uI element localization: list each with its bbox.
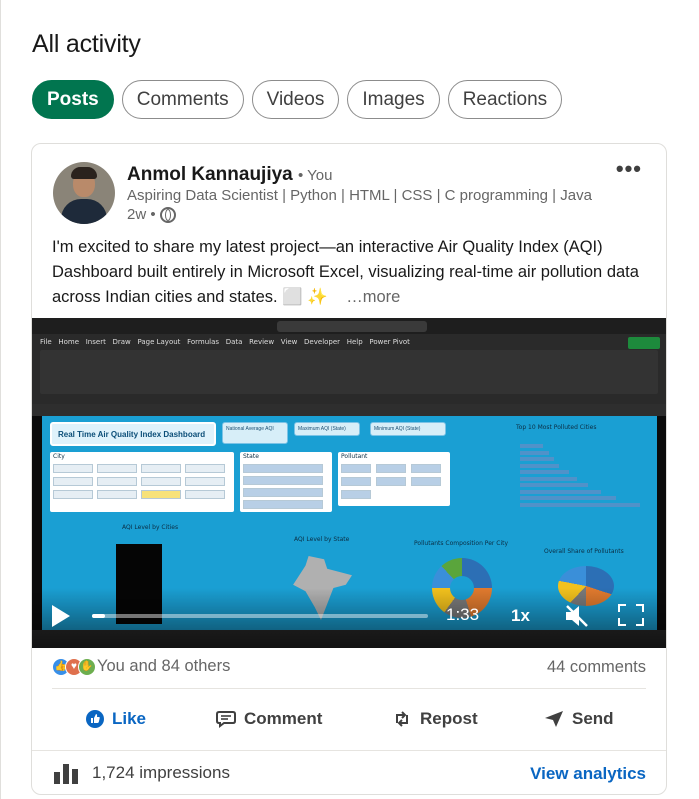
like-label: Like (112, 709, 147, 728)
divider (32, 750, 666, 751)
post-age: 2w • (127, 206, 156, 223)
playback-speed-button[interactable]: 1x (511, 606, 530, 626)
top10-bar-chart (520, 444, 650, 534)
filter-videos[interactable]: Videos (251, 80, 340, 119)
activity-filter-pills: Posts Comments Videos Images Reactions (32, 80, 563, 119)
globe-icon (159, 206, 176, 223)
video-player[interactable]: File Home Insert Draw Page Layout Formul… (32, 318, 666, 648)
celebrate-reaction-icon: ✋ (78, 657, 96, 676)
post-text: I'm excited to share my latest project—a… (52, 235, 652, 310)
video-time: 1:33 (446, 605, 480, 624)
repost-icon (396, 711, 408, 727)
activity-page: All activity Posts Comments Videos Image… (0, 0, 699, 799)
like-button[interactable]: Like (86, 704, 146, 734)
fullscreen-icon[interactable] (618, 604, 644, 626)
filter-comments[interactable]: Comments (121, 80, 244, 119)
filter-posts[interactable]: Posts (32, 80, 114, 119)
bar-chart-icon (54, 764, 78, 784)
see-more-link[interactable]: …more (346, 288, 400, 306)
you-tag: • You (298, 167, 333, 184)
video-progress-bar[interactable] (92, 614, 428, 618)
excel-ribbon: File Home Insert Draw Page Layout Formul… (32, 318, 666, 404)
muted-speaker-icon[interactable] (563, 604, 591, 628)
kpi-national-average: National Average AQI (222, 422, 288, 444)
top10-chart-title: Top 10 Most Polluted Cities (516, 424, 597, 431)
author-headline: Aspiring Data Scientist | Python | HTML … (127, 187, 592, 204)
comments-count[interactable]: 44 comments (547, 658, 646, 677)
filter-images[interactable]: Images (347, 80, 440, 119)
send-icon (545, 711, 563, 727)
post-actions: Like Comment Repost Send (32, 704, 666, 734)
send-label: Send (572, 709, 614, 728)
author-avatar[interactable] (53, 162, 115, 224)
play-icon[interactable] (52, 605, 70, 627)
filter-reactions[interactable]: Reactions (447, 80, 563, 119)
comment-button[interactable]: Comment (216, 704, 322, 734)
more-horizontal-icon[interactable]: ••• (616, 156, 642, 182)
post-meta: 2w • (127, 206, 176, 223)
pollutant-slicer[interactable]: Pollutant (338, 452, 450, 506)
impressions-count: 1,724 impressions (92, 763, 230, 782)
pollutant-share-title: Overall Share of Pollutants (544, 548, 624, 555)
pollutant-city-title: Pollutants Composition Per City (414, 540, 509, 547)
repost-button[interactable]: Repost (392, 704, 478, 734)
author-name-text[interactable]: Anmol Kannaujiya (127, 164, 293, 185)
state-slicer[interactable]: State (240, 452, 332, 512)
reactions-summary[interactable]: 👍 ♥ ✋ You and 84 others (52, 657, 230, 676)
post-card: Anmol Kannaujiya • You Aspiring Data Sci… (31, 143, 667, 795)
thumbs-up-icon (86, 710, 104, 728)
divider (52, 688, 646, 689)
reactions-count[interactable]: You and 84 others (97, 657, 230, 676)
repost-label: Repost (420, 709, 478, 728)
reaction-icons: 👍 ♥ ✋ (52, 657, 96, 676)
author-name[interactable]: Anmol Kannaujiya • You (127, 164, 333, 186)
page-title: All activity (32, 30, 141, 58)
city-slicer[interactable]: City (50, 452, 234, 512)
view-analytics-link[interactable]: View analytics (530, 764, 646, 784)
impressions: 1,724 impressions (54, 762, 230, 784)
dashboard-title: Real Time Air Quality Index Dashboard (50, 422, 216, 446)
aqi-cities-title: AQI Level by Cities (122, 524, 179, 531)
comment-label: Comment (244, 709, 323, 728)
comment-icon (216, 711, 236, 728)
aqi-state-title: AQI Level by State (294, 536, 350, 543)
kpi-min-aqi: Minimum AQI (State) (370, 422, 446, 436)
send-button[interactable]: Send (544, 704, 614, 734)
kpi-max-aqi: Maximum AQI (State) (294, 422, 360, 436)
